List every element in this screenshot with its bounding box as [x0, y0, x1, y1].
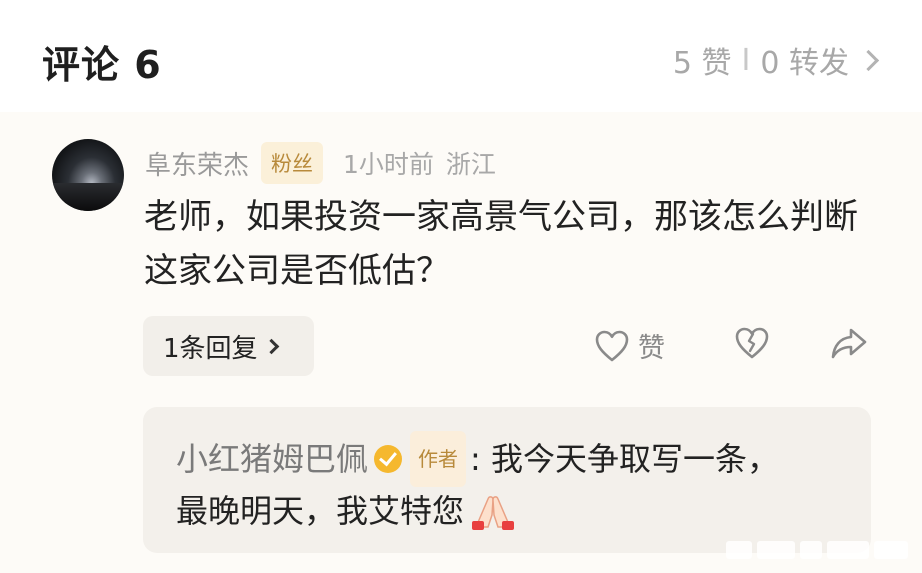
chevron-right-icon	[857, 49, 880, 71]
avatar-horizon	[52, 183, 124, 211]
comment-time: 1小时前	[343, 150, 434, 179]
view-replies-button[interactable]: 1条回复	[143, 316, 314, 376]
watermark-mark	[800, 541, 822, 559]
comments-title: 评论 6	[42, 43, 162, 87]
reply-text-line-1: : 我今天争取写一条，	[470, 440, 779, 478]
avatar[interactable]	[52, 139, 124, 211]
reply-line-1: 小红猪姆巴佩 作者 : 我今天争取写一条，	[176, 431, 779, 487]
watermark-mark	[726, 541, 752, 559]
dislike-button[interactable]	[734, 326, 770, 360]
comment-body: 老师，如果投资一家高景气公司，那该怎么判断这家公司是否低估？	[144, 197, 858, 291]
reply-line-2: 最晚明天，我艾特您	[176, 487, 518, 535]
comments-header: 评论 6 5 赞 I 0 转发	[0, 0, 922, 112]
watermark	[726, 541, 908, 559]
likes-count: 5 赞	[672, 46, 732, 81]
reposts-count: 0 转发	[760, 46, 849, 81]
watermark-mark	[874, 541, 908, 559]
chevron-right-icon	[263, 338, 279, 354]
reply-preview[interactable]: 小红猪姆巴佩 作者 : 我今天争取写一条， 最晚明天，我艾特您	[143, 407, 871, 553]
comment-meta: 阜东荣杰 粉丝 1小时前 浙江	[145, 142, 496, 184]
like-label: 赞	[638, 333, 665, 364]
post-stats[interactable]: 5 赞 I 0 转发	[672, 38, 880, 82]
broken-heart-icon	[735, 327, 769, 359]
view-replies-label: 1条回复	[163, 333, 258, 364]
share-arrow-icon	[831, 328, 867, 359]
heart-outline-icon	[595, 330, 629, 361]
reply-text-line-2: 最晚明天，我艾特您	[176, 492, 465, 530]
stats-separator: I	[741, 42, 751, 78]
like-button[interactable]: 赞	[594, 326, 665, 365]
fan-badge: 粉丝	[261, 142, 324, 184]
share-button[interactable]	[830, 326, 868, 360]
watermark-mark	[757, 541, 795, 559]
reply-author[interactable]: 小红猪姆巴佩	[176, 435, 368, 483]
watermark-mark	[827, 541, 869, 559]
verified-badge-icon	[374, 445, 403, 473]
folded-hands-emoji-icon	[472, 496, 515, 530]
comment-username[interactable]: 阜东荣杰	[145, 145, 249, 182]
author-badge: 作者	[410, 431, 467, 487]
comment-location: 浙江	[445, 150, 496, 179]
